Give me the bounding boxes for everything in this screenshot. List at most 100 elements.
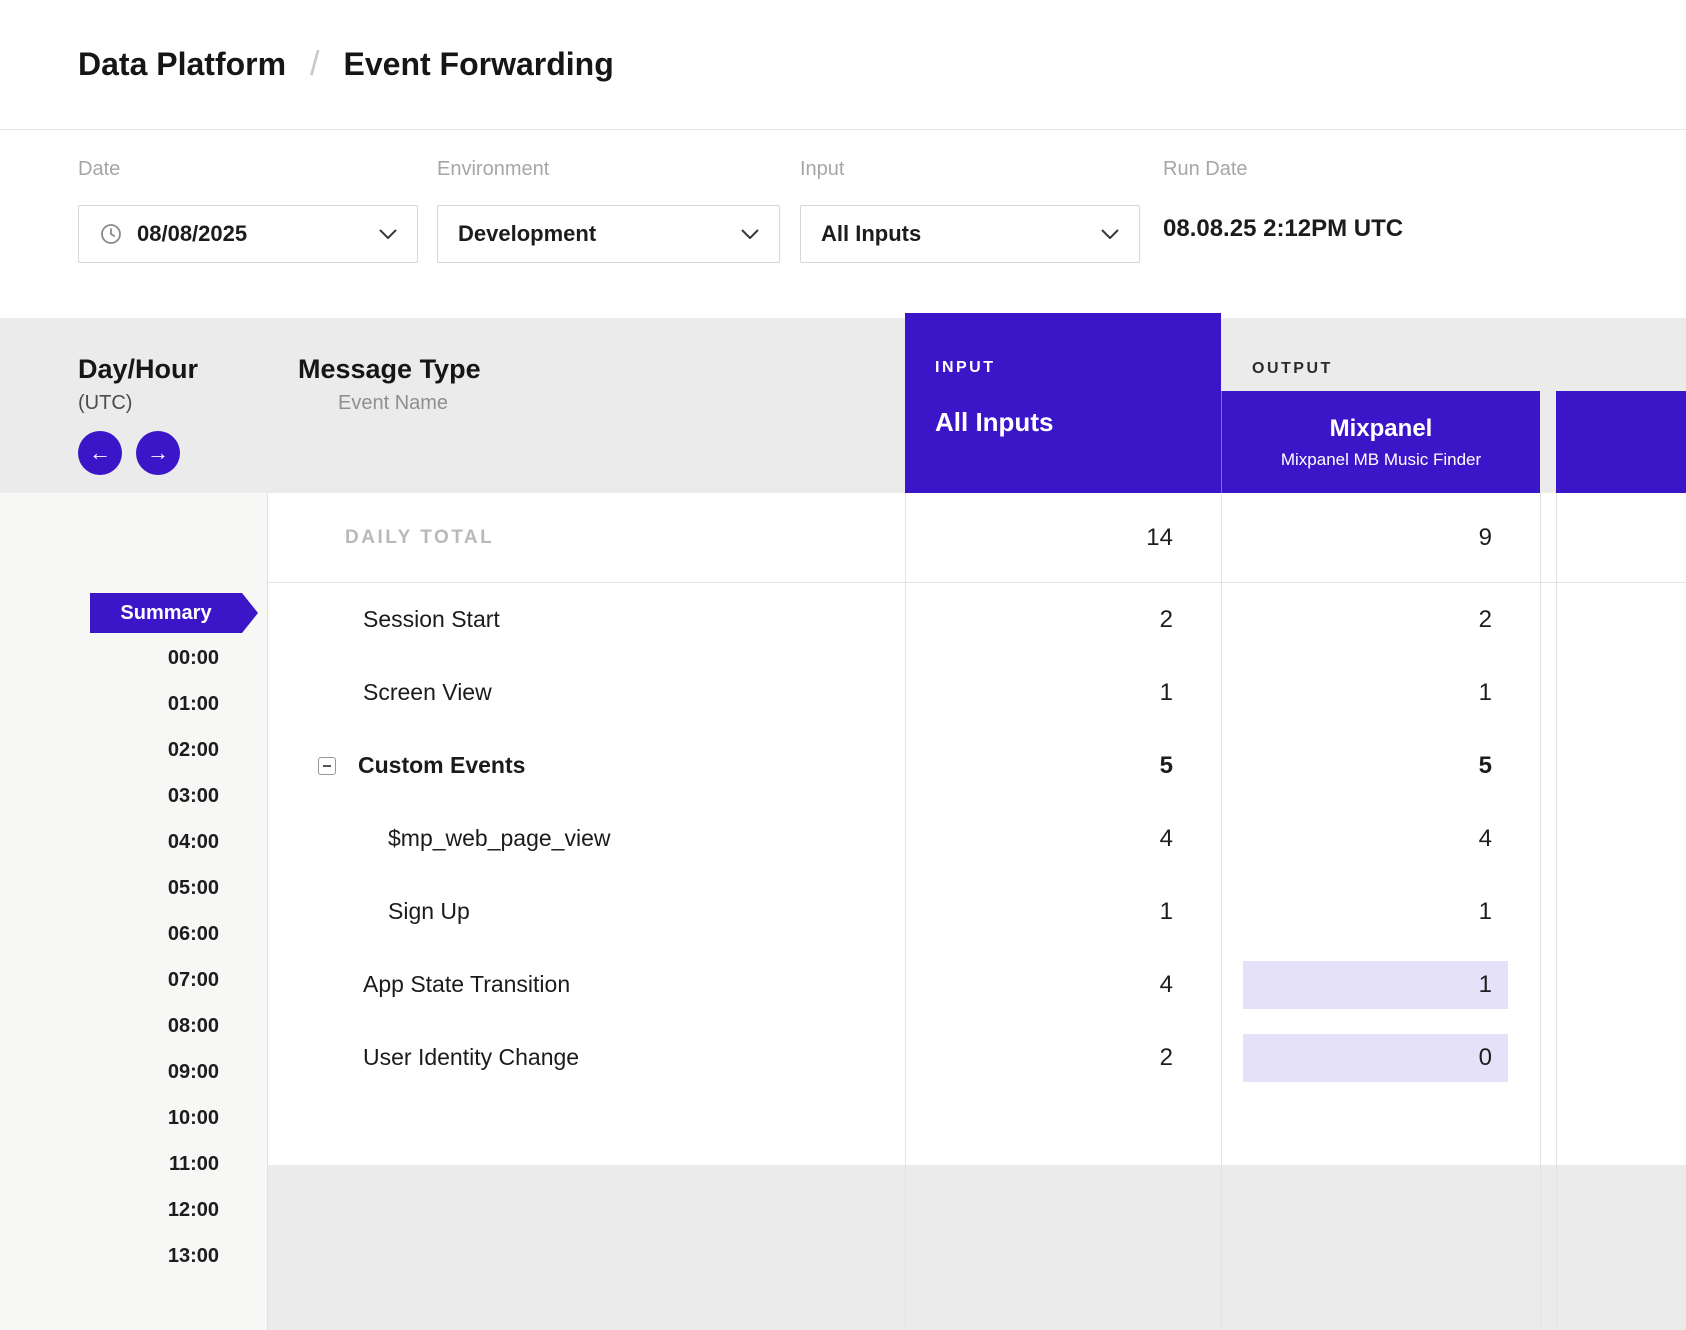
input-column-title: All Inputs	[935, 407, 1221, 438]
filter-bar: Date 08/08/2025 Environment Development	[0, 130, 1686, 318]
hour-item[interactable]: 09:00	[0, 1049, 267, 1095]
input-count: 4	[905, 802, 1221, 875]
event-name-label: Screen View	[363, 679, 492, 706]
hour-item[interactable]: 08:00	[0, 1003, 267, 1049]
spacer-cell	[1540, 948, 1686, 1021]
run-date-value: 08.08.25 2:12PM UTC	[1163, 215, 1403, 243]
value: 5	[1160, 752, 1173, 780]
value: 1	[1479, 971, 1492, 999]
chevron-down-icon	[379, 229, 397, 240]
environment-select-value: Development	[458, 221, 596, 247]
hour-item[interactable]: 13:00	[0, 1233, 267, 1279]
chevron-down-icon	[741, 229, 759, 240]
hour-item[interactable]: 04:00	[0, 819, 267, 865]
next-output-column-header[interactable]	[1556, 391, 1686, 493]
hour-item[interactable]: 07:00	[0, 957, 267, 1003]
output-count: 4	[1221, 802, 1540, 875]
event-name-label: App State Transition	[363, 971, 570, 998]
environment-filter-label: Environment	[437, 158, 780, 181]
input-count: 2	[905, 583, 1221, 656]
message-type-subtitle: Event Name	[298, 392, 905, 415]
table-footer-band	[268, 1165, 1686, 1330]
output-count: 1	[1221, 875, 1540, 948]
input-select[interactable]: All Inputs	[800, 205, 1140, 263]
spacer-cell	[1540, 875, 1686, 948]
hour-item[interactable]: 05:00	[0, 865, 267, 911]
event-name: User Identity Change	[268, 1021, 905, 1094]
hour-item[interactable]: 03:00	[0, 773, 267, 819]
event-name-label: Sign Up	[388, 898, 470, 925]
day-hour-header: Day/Hour (UTC) ← →	[0, 318, 268, 475]
day-hour-subtitle: (UTC)	[78, 392, 268, 415]
output-count: 1	[1221, 656, 1540, 729]
table-row-group: Custom Events 5 5	[268, 729, 1686, 802]
hour-item[interactable]: 12:00	[0, 1187, 267, 1233]
mixpanel-column-subtitle: Mixpanel MB Music Finder	[1281, 450, 1481, 470]
event-name-label: Session Start	[363, 606, 500, 633]
previous-day-button[interactable]: ←	[78, 431, 122, 475]
value: 2	[1479, 606, 1492, 634]
day-nav: ← →	[78, 431, 268, 475]
value: 2	[1160, 1044, 1173, 1072]
mixpanel-column-header[interactable]: Mixpanel Mixpanel MB Music Finder	[1221, 391, 1540, 493]
breadcrumb-section[interactable]: Data Platform	[78, 46, 286, 83]
chevron-down-icon	[1101, 229, 1119, 240]
value: 5	[1479, 752, 1492, 780]
table-row: User Identity Change 2 0	[268, 1021, 1686, 1094]
hour-item[interactable]: 11:00	[0, 1141, 267, 1187]
collapse-icon[interactable]	[318, 757, 336, 775]
output-count: 5	[1221, 729, 1540, 802]
daily-total-label: DAILY TOTAL	[268, 493, 905, 582]
value: 4	[1479, 825, 1492, 853]
daily-total-row: DAILY TOTAL 14 9	[268, 493, 1686, 583]
table-row: Session Start 2 2	[268, 583, 1686, 656]
event-forwarding-page: Data Platform / Event Forwarding Date 08…	[0, 0, 1686, 1330]
table-header: Day/Hour (UTC) ← → Message Type Event Na…	[0, 318, 1686, 493]
date-select-value: 08/08/2025	[137, 221, 247, 247]
output-count: 2	[1221, 583, 1540, 656]
hour-item[interactable]: 06:00	[0, 911, 267, 957]
event-name: Sign Up	[268, 875, 905, 948]
summary-tab[interactable]: Summary	[90, 593, 258, 633]
value: 4	[1160, 971, 1173, 999]
run-date: Run Date 08.08.25 2:12PM UTC	[1163, 158, 1403, 243]
environment-select[interactable]: Development	[437, 205, 780, 263]
value: 2	[1160, 606, 1173, 634]
day-hour-sidebar: Summary 00:0001:0002:0003:0004:0005:0006…	[0, 493, 268, 1330]
hour-item[interactable]: 01:00	[0, 681, 267, 727]
next-day-button[interactable]: →	[136, 431, 180, 475]
column-divider	[1556, 493, 1557, 1330]
daily-total-input: 14	[905, 493, 1221, 582]
hour-list: 00:0001:0002:0003:0004:0005:0006:0007:00…	[0, 635, 267, 1279]
page-title: Event Forwarding	[344, 46, 614, 83]
input-filter: Input All Inputs	[800, 158, 1140, 263]
input-count: 2	[905, 1021, 1221, 1094]
output-count-highlighted: 1	[1221, 948, 1540, 1021]
event-name: App State Transition	[268, 948, 905, 1021]
table-body: DAILY TOTAL 14 9 Session Start 2 2 Scree…	[0, 493, 1686, 1330]
hour-item[interactable]: 10:00	[0, 1095, 267, 1141]
breadcrumb-separator: /	[310, 45, 319, 84]
input-count: 5	[905, 729, 1221, 802]
input-count: 4	[905, 948, 1221, 1021]
highlighted-cell[interactable]: 1	[1243, 961, 1508, 1009]
hour-item[interactable]: 02:00	[0, 727, 267, 773]
table-row: Screen View 1 1	[268, 656, 1686, 729]
clock-icon	[99, 222, 123, 246]
breadcrumb: Data Platform / Event Forwarding	[0, 0, 1686, 130]
message-type-header: Message Type Event Name	[268, 318, 905, 415]
date-select[interactable]: 08/08/2025	[78, 205, 418, 263]
highlighted-cell[interactable]: 0	[1243, 1034, 1508, 1082]
rows-area: DAILY TOTAL 14 9 Session Start 2 2 Scree…	[268, 493, 1686, 1165]
hour-item[interactable]: 00:00	[0, 635, 267, 681]
mixpanel-column-title: Mixpanel	[1330, 415, 1433, 443]
value: 1	[1160, 898, 1173, 926]
value: 9	[1479, 524, 1492, 552]
spacer-cell	[1540, 729, 1686, 802]
value: 1	[1479, 898, 1492, 926]
value: 1	[1160, 679, 1173, 707]
date-filter: Date 08/08/2025	[78, 158, 418, 263]
input-column-header[interactable]: INPUT All Inputs	[905, 313, 1221, 493]
spacer-cell	[1540, 583, 1686, 656]
event-name: Session Start	[268, 583, 905, 656]
